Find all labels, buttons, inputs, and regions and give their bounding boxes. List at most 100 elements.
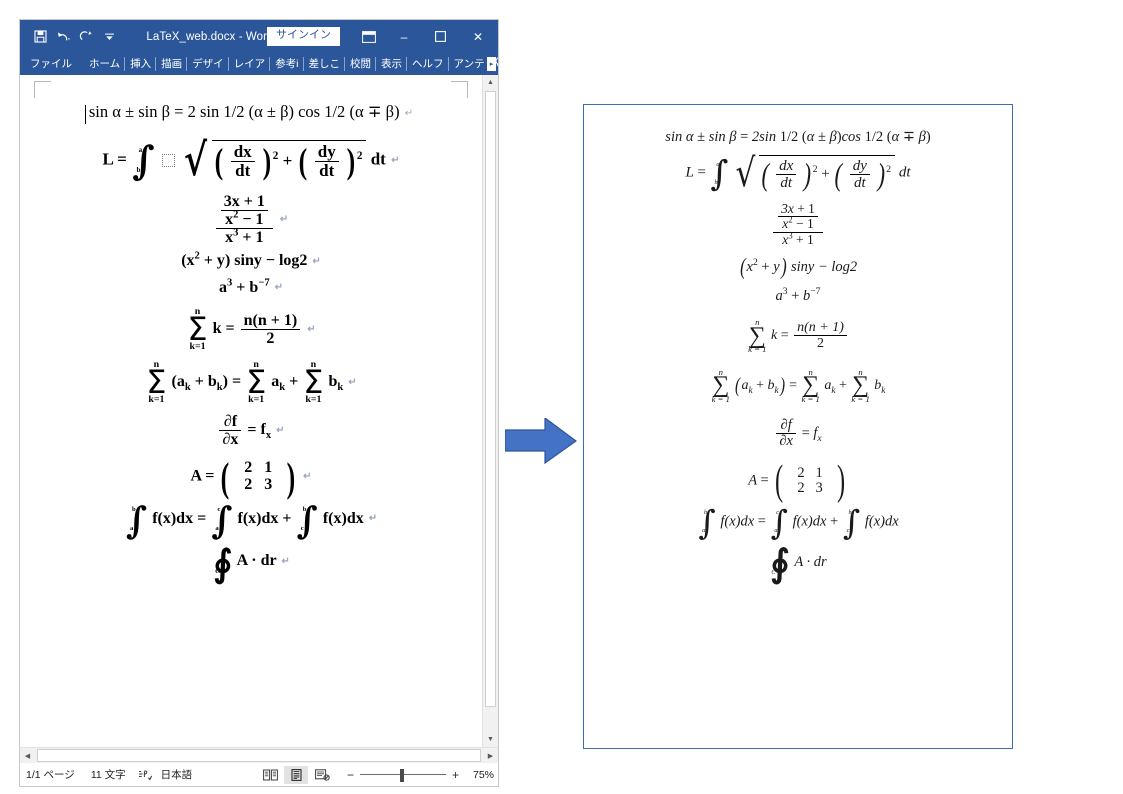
zoom-slider-track[interactable]	[360, 768, 446, 782]
frag-a-cubed: a3	[219, 277, 233, 296]
rfrag-siny: siny	[791, 259, 815, 276]
rfrag-fxdx3: f(x)dx	[864, 513, 899, 530]
paragraph-mark: ↵	[368, 513, 378, 525]
rendered-exp-2b: 2	[886, 164, 892, 176]
rfrag-plus: +	[821, 166, 830, 183]
equation-contour-integral[interactable]: ∮ C A · dr ↵	[28, 544, 474, 581]
scroll-down-arrow-icon[interactable]: ▼	[483, 732, 498, 747]
zoom-in-button[interactable]: +	[449, 769, 462, 781]
equation-sum-k[interactable]: n Σ k=1 k = n(n + 1) 2 ↵	[28, 307, 474, 352]
vertical-scroll-thumb[interactable]	[485, 91, 496, 707]
zoom-percentage[interactable]: 75%	[468, 769, 494, 781]
spell-check-icon[interactable]	[135, 763, 155, 786]
horizontal-scroll-thumb[interactable]	[37, 749, 481, 762]
tab-insert[interactable]: 挿入	[125, 56, 157, 72]
view-print-layout-button[interactable]	[284, 765, 308, 784]
frag-equals: =	[174, 102, 184, 121]
save-icon[interactable]	[29, 26, 51, 48]
rfrag-alpha: α	[685, 129, 694, 145]
scroll-up-arrow-icon[interactable]: ▲	[483, 75, 498, 90]
equation-integral-split[interactable]: ∫ b a f(x)dx = ∫ c a f(x)dx + ∫ b c f(x)…	[28, 497, 474, 542]
more-tabs-chevron-right-icon[interactable]: ▸	[487, 57, 496, 71]
horizontal-scrollbar[interactable]: ◀ ▶	[20, 747, 498, 763]
frag-fxdx-1: f(x)dx	[152, 509, 194, 527]
zoom-slider-thumb[interactable]	[400, 768, 404, 782]
paragraph-mark: ↵	[404, 107, 414, 119]
undo-icon[interactable]	[52, 26, 74, 48]
tab-antenna-house[interactable]: アンテ	[449, 56, 490, 72]
quick-access-toolbar	[20, 26, 120, 48]
frag-half-2: 1/2	[324, 102, 346, 121]
language-indicator[interactable]: 日本語	[155, 767, 202, 782]
horizontal-scroll-track[interactable]	[35, 748, 483, 763]
outer-fraction: 3x + 1 x2 − 1 x3 + 1	[215, 193, 273, 247]
equation-matrix[interactable]: A = ( 21 23 ) ↵	[28, 456, 474, 497]
ribbon-display-options-icon[interactable]	[352, 20, 386, 53]
equation-partial-derivative[interactable]: ∂f ∂x = fx ↵	[28, 413, 474, 449]
equation-trig-sum-product[interactable]: sin α ± sin β = 2 sin 1/2 (α ± β) cos 1/…	[28, 102, 474, 124]
tab-references[interactable]: 参考i	[270, 56, 304, 72]
frag-two: 2	[187, 102, 196, 121]
equation-nested-fraction[interactable]: 3x + 1 x2 − 1 x3 + 1 ↵	[28, 193, 474, 247]
tab-help[interactable]: ヘルフ	[407, 56, 449, 72]
empty-placeholder-box[interactable]	[162, 153, 175, 167]
minimize-button[interactable]: –	[386, 20, 422, 53]
status-bar: 1/1 ページ 11 文字 日本語 − + 75%	[20, 763, 498, 786]
frag-eq: =	[247, 421, 257, 439]
tab-review[interactable]: 校閲	[345, 56, 377, 72]
integral-lower-limit: b	[136, 166, 141, 175]
view-read-mode-button[interactable]	[258, 766, 282, 784]
screenshot-root: LaTeX_web.docx - Word サインイン – ✕ ファイル ホーム…	[0, 0, 1123, 794]
rendered-fraction-dx-dt: dx dt	[776, 158, 797, 191]
matrix-row-1: 21	[244, 459, 273, 477]
rendered-matrix-2x2: 21 23	[790, 465, 830, 496]
tab-draw[interactable]: 描画	[156, 56, 188, 72]
maximize-button[interactable]	[422, 20, 458, 53]
zoom-out-button[interactable]: −	[344, 769, 357, 781]
sum-lower-limit: k=1	[189, 341, 206, 353]
radicand: ( dx dt ) 2 + ( dy dt) 2	[211, 139, 367, 181]
scroll-right-arrow-icon[interactable]: ▶	[483, 748, 498, 763]
tab-layout[interactable]: レイア	[229, 56, 271, 72]
rendered-fraction-n-n1: n(n + 1) 2	[794, 320, 847, 351]
outer-denominator: x3 + 1	[215, 228, 273, 246]
exponent-2-b: 2	[356, 150, 363, 163]
tab-mailings[interactable]: 差しこ	[304, 56, 346, 72]
equation-powers[interactable]: a3 + b−7 ↵	[28, 277, 474, 297]
rendered-equation-contour: ∮ C A · dr	[598, 544, 998, 582]
tab-file[interactable]: ファイル	[28, 56, 84, 72]
integral-a-b: ∫ b a	[125, 497, 148, 542]
rendered-contour-label: C	[771, 569, 776, 576]
sign-in-button[interactable]: サインイン	[267, 27, 340, 46]
document-page[interactable]: sin α ± sin β = 2 sin 1/2 (α ± β) cos 1/…	[20, 75, 482, 747]
equation-siny-log[interactable]: (x2 + y) siny − log2 ↵	[28, 251, 474, 270]
customize-quick-access-chevron-down-icon[interactable]	[98, 26, 120, 48]
rfrag-plus: +	[830, 513, 839, 530]
rendered-equation-powers: a3 + b−7	[598, 286, 998, 304]
paren-close-1: )	[262, 140, 272, 181]
sigma-icon: Σ	[187, 310, 208, 349]
tab-home[interactable]: ホーム	[84, 56, 126, 72]
tab-design[interactable]: デザイ	[187, 56, 229, 72]
frag-minus-log2: − log2	[265, 252, 308, 270]
document-area: sin α ± sin β = 2 sin 1/2 (α ± β) cos 1/…	[20, 75, 498, 747]
close-button[interactable]: ✕	[458, 20, 498, 53]
equation-arc-length[interactable]: L = ∫ a b √ (dx dt) 2 + (dy dt) 2 dt…	[28, 138, 474, 183]
page-indicator[interactable]: 1/1 ページ	[26, 767, 91, 782]
inner-fraction: 3x + 1 x2 − 1	[220, 193, 268, 229]
word-count[interactable]: 11 文字	[91, 767, 135, 782]
equation-sum-linear[interactable]: n Σ k=1 (ak + bk) = n Σ k=1 ak + n Σ k=1…	[28, 360, 474, 405]
scroll-left-arrow-icon[interactable]: ◀	[20, 748, 35, 763]
rfrag-eq: =	[789, 377, 798, 393]
paragraph-mark: ↵	[312, 255, 321, 267]
zoom-control: − +	[344, 768, 462, 782]
redo-icon[interactable]	[75, 26, 97, 48]
tab-view[interactable]: 表示	[376, 56, 408, 72]
frag-fxdx-3: f(x)dx	[322, 509, 364, 527]
frag-plus: +	[236, 278, 246, 296]
vertical-scrollbar[interactable]: ▲ ▼	[482, 75, 498, 747]
frag-sin-2: sin	[138, 102, 158, 121]
summation-3: n Σ k=1	[246, 359, 267, 405]
paragraph-mark: ↵	[274, 282, 283, 294]
view-web-layout-button[interactable]	[310, 766, 334, 784]
